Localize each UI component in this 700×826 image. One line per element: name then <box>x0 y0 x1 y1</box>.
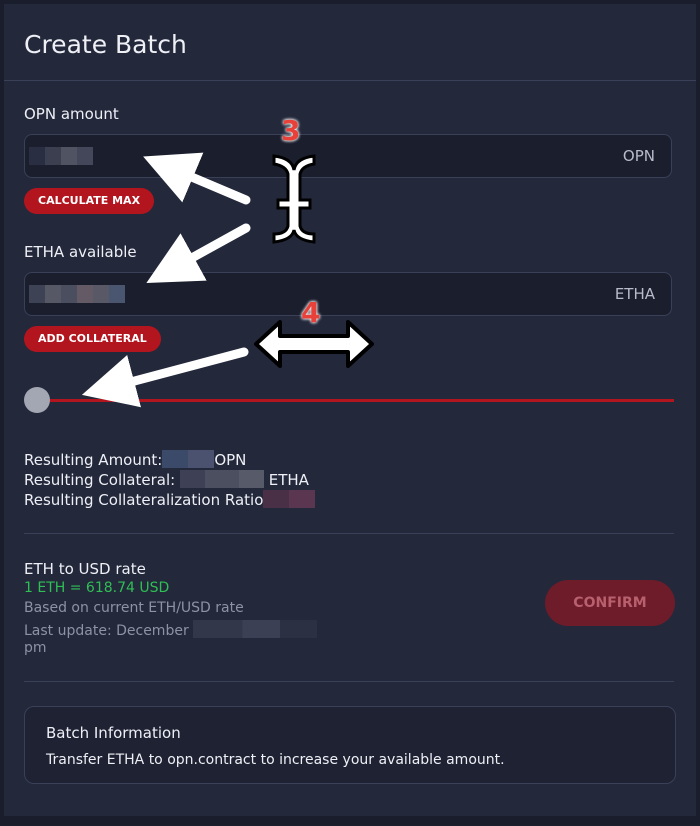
arrow-to-opn-input <box>143 152 251 205</box>
arrow-to-etha-input <box>146 223 251 284</box>
text-cursor-icon <box>272 154 316 244</box>
annotation-overlay <box>81 152 374 408</box>
step-3-marker: 3 <box>281 114 301 147</box>
arrow-to-slider <box>81 347 249 408</box>
step-4-marker: 4 <box>301 296 321 329</box>
